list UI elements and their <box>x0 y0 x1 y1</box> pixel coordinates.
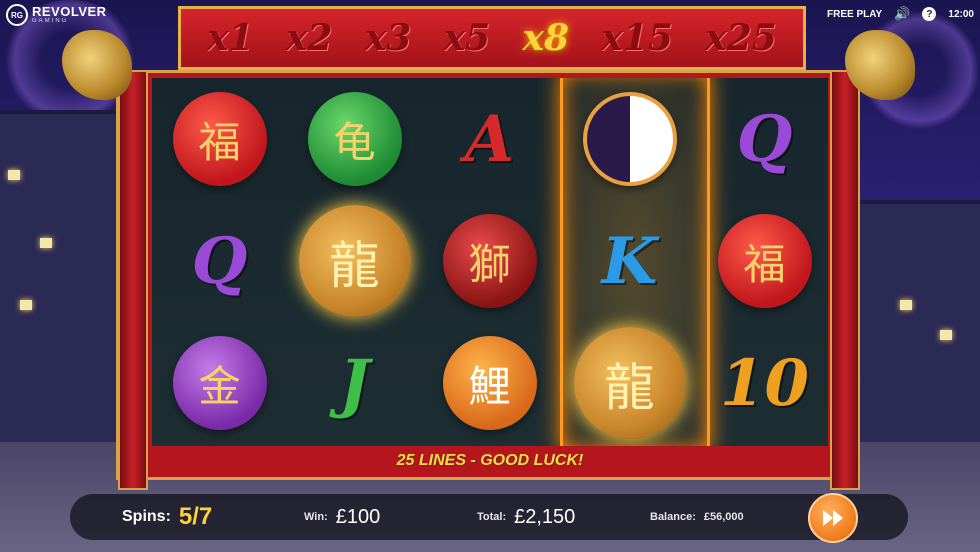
reel-4: K龍 <box>562 78 697 446</box>
multiplier-x15: x15 <box>601 17 673 59</box>
reel-cell: 福 <box>697 200 828 322</box>
win-value: £100 <box>335 505 381 528</box>
left-pillar <box>118 70 148 490</box>
total-display: Total: £2,150 <box>477 494 575 540</box>
reel-5: Q 福 10 <box>697 78 828 446</box>
window-light <box>8 170 20 180</box>
yin-yang-icon <box>582 92 677 186</box>
reel-cell: 10 <box>697 322 828 444</box>
logo-badge: RG <box>6 4 28 26</box>
win-display: Win: £100 <box>304 494 380 540</box>
koi-fish-icon: 鯉 <box>442 336 537 430</box>
lantern-icon: 福 <box>172 92 267 186</box>
fast-forward-icon <box>823 510 843 526</box>
balance-label: Balance: <box>650 511 696 523</box>
sound-icon[interactable]: 🔊 <box>894 6 910 22</box>
money-bag-icon: 金 <box>172 336 267 430</box>
reel-cell: 龍 <box>562 322 697 444</box>
multiplier-x25: x25 <box>705 17 777 59</box>
reel-cell: A <box>422 78 557 200</box>
window-light <box>940 330 952 340</box>
reel-3: A獅鯉 <box>422 78 557 446</box>
reel-cell: Q <box>697 78 828 200</box>
multiplier-banner: x1 x2 x3 x5 x8 x15 x25 <box>178 6 806 70</box>
total-label: Total: <box>477 511 507 523</box>
lantern-icon: 福 <box>717 214 812 308</box>
reel-cell: J <box>287 322 422 444</box>
symbol-10: 10 <box>719 345 810 421</box>
reel-cell: 龍 <box>287 200 422 322</box>
reel-2: 龟龍J <box>287 78 422 446</box>
multiplier-x2: x2 <box>286 17 333 59</box>
symbol-a: A <box>464 101 515 177</box>
help-icon[interactable]: ? <box>922 7 937 21</box>
reel-1: 福Q金 <box>152 78 287 446</box>
status-bar: FREE PLAY 🔊 ? 12:00 <box>827 6 974 22</box>
bottom-info-bar: Spins: 5/7 Win: £100 Total: £2,150 Balan… <box>70 494 908 540</box>
fast-forward-button[interactable] <box>808 493 858 543</box>
window-light <box>20 300 32 310</box>
left-building <box>0 110 120 454</box>
multiplier-x1: x1 <box>207 17 254 59</box>
right-building <box>860 200 980 454</box>
spins-label: Spins: <box>122 508 171 525</box>
window-light <box>900 300 912 310</box>
multiplier-x3: x3 <box>364 17 412 59</box>
reel-cell: K <box>562 200 697 322</box>
reel-cell: 金 <box>152 322 287 444</box>
spins-value: 5/7 <box>178 503 213 530</box>
reel-cell: 獅 <box>422 200 557 322</box>
revolver-logo: RG REVOLVER GAMING <box>6 4 107 26</box>
turtle-icon: 龟 <box>307 92 402 186</box>
total-value: £2,150 <box>514 505 576 528</box>
reel-cell: 龟 <box>287 78 422 200</box>
symbol-k: K <box>601 223 658 299</box>
right-pillar <box>830 70 860 490</box>
spins-counter: Spins: 5/7 <box>122 494 212 540</box>
symbol-q: Q <box>191 223 248 299</box>
dragon-coin-icon: 龍 <box>573 327 686 439</box>
multiplier-x8: x8 <box>522 17 570 59</box>
logo-subtext: GAMING <box>32 18 69 24</box>
reel-cell: Q <box>152 200 287 322</box>
reel-cell: 福 <box>152 78 287 200</box>
win-label: Win: <box>304 511 328 523</box>
multiplier-x5: x5 <box>443 17 491 59</box>
reel-area[interactable]: 福 Q 金龟龍 J A 獅鯉 K 龍 Q 福 10 <box>152 78 828 446</box>
dragon-mask-icon: 獅 <box>442 214 537 308</box>
clock: 12:00 <box>948 8 974 20</box>
lines-message: 25 LINES - GOOD LUCK! <box>396 452 584 469</box>
symbol-j: J <box>339 345 370 421</box>
dragon-coin-icon: 龍 <box>298 205 411 317</box>
mode-label: FREE PLAY <box>827 8 883 20</box>
window-light <box>40 238 52 248</box>
logo-text: REVOLVER <box>32 4 107 19</box>
symbol-q: Q <box>736 101 793 177</box>
balance-value: £56,000 <box>703 511 744 523</box>
reel-cell <box>562 78 697 200</box>
reel-cell: 鯉 <box>422 322 557 444</box>
balance-display: Balance: £56,000 <box>650 494 744 540</box>
